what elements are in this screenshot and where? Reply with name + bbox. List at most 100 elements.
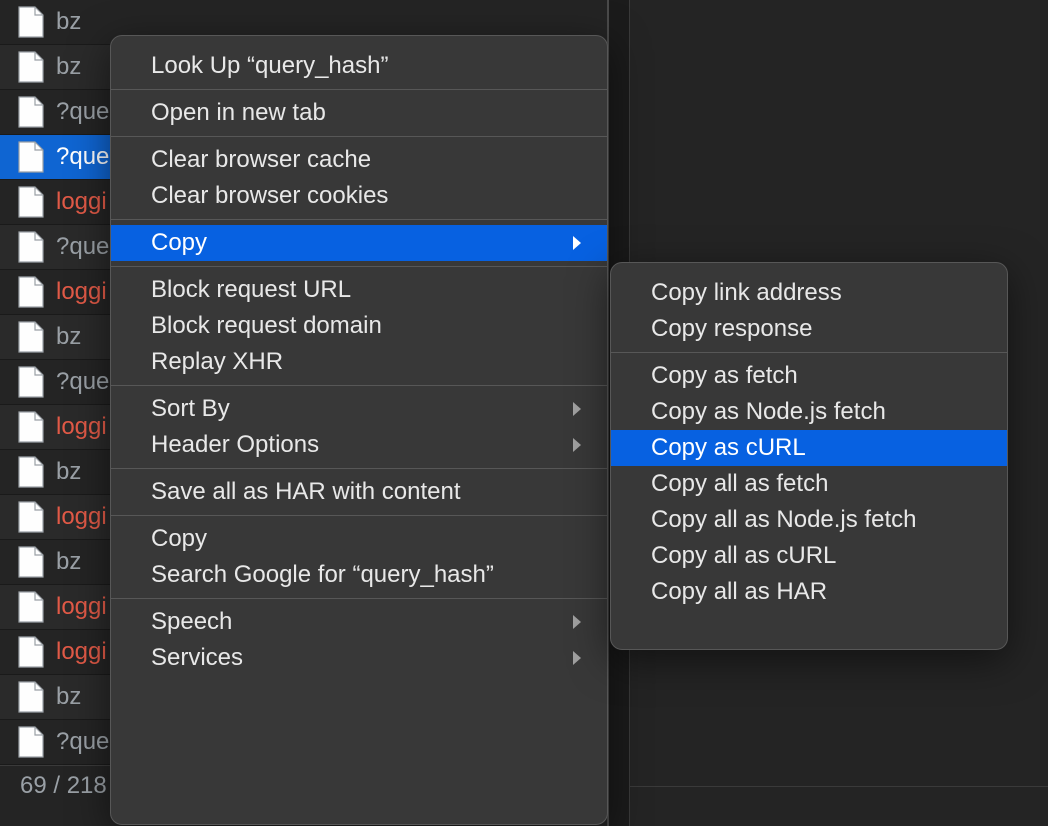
file-icon [18, 96, 44, 128]
menu-item-label: Speech [151, 610, 232, 634]
file-icon [18, 636, 44, 668]
menu-item[interactable]: Speech [111, 604, 607, 640]
submenu-item[interactable]: Copy as fetch [611, 358, 1007, 394]
submenu-item[interactable]: Copy response [611, 311, 1007, 347]
file-icon [18, 726, 44, 758]
file-icon [18, 411, 44, 443]
submenu-arrow-icon [571, 650, 583, 666]
submenu-item-label: Copy all as Node.js fetch [651, 508, 916, 532]
network-row-name: ?que [56, 730, 109, 754]
submenu-item-label: Copy all as HAR [651, 580, 827, 604]
menu-separator [111, 219, 607, 220]
file-icon [18, 681, 44, 713]
menu-separator [111, 598, 607, 599]
submenu-arrow-icon [571, 437, 583, 453]
menu-item[interactable]: Header Options [111, 427, 607, 463]
file-icon [18, 681, 44, 713]
file-icon [18, 411, 44, 443]
menu-item-label: Block request domain [151, 314, 382, 338]
submenu-item[interactable]: Copy as Node.js fetch [611, 394, 1007, 430]
file-icon [18, 321, 44, 353]
menu-item[interactable]: Block request URL [111, 272, 607, 308]
file-icon [18, 726, 44, 758]
menu-item[interactable]: Copy [111, 521, 607, 557]
file-icon [18, 51, 44, 83]
network-row-name: ?que [56, 235, 109, 259]
menu-item[interactable]: Sort By [111, 391, 607, 427]
submenu-item[interactable]: Copy as cURL [611, 430, 1007, 466]
menu-item-label: Clear browser cache [151, 148, 371, 172]
file-icon [18, 276, 44, 308]
submenu-item[interactable]: Copy link address [611, 275, 1007, 311]
menu-item[interactable]: Clear browser cookies [111, 178, 607, 214]
menu-item[interactable]: Copy [111, 225, 607, 261]
menu-separator [111, 266, 607, 267]
context-menu[interactable]: Look Up “query_hash” Open in new tab Clear… [110, 35, 608, 825]
submenu-item-label: Copy response [651, 317, 812, 341]
menu-item-label: Copy [151, 527, 207, 551]
submenu-item-label: Copy all as fetch [651, 472, 828, 496]
menu-item-label: Save all as HAR with content [151, 480, 460, 504]
menu-separator [111, 89, 607, 90]
copy-submenu[interactable]: Copy link address Copy response Copy as fe… [610, 262, 1008, 650]
menu-separator [111, 515, 607, 516]
file-icon [18, 366, 44, 398]
submenu-arrow-icon [571, 235, 583, 251]
file-icon [18, 186, 44, 218]
submenu-item-label: Copy as Node.js fetch [651, 400, 886, 424]
menu-item-label: Sort By [151, 397, 230, 421]
submenu-item-label: Copy as cURL [651, 436, 806, 460]
file-icon [18, 591, 44, 623]
menu-item-label: Header Options [151, 433, 319, 457]
file-icon [18, 6, 44, 38]
submenu-item[interactable]: Copy all as Node.js fetch [611, 502, 1007, 538]
file-icon [18, 546, 44, 578]
menu-item[interactable]: Block request domain [111, 308, 607, 344]
file-icon [18, 141, 44, 173]
network-row-name: ?que [56, 145, 109, 169]
submenu-item[interactable]: Copy all as cURL [611, 538, 1007, 574]
file-icon [18, 231, 44, 263]
submenu-item[interactable]: Copy all as fetch [611, 466, 1007, 502]
network-row-name: bz [56, 460, 81, 484]
file-icon [18, 6, 44, 38]
network-row-name: loggi [56, 595, 107, 619]
file-icon [18, 321, 44, 353]
menu-item-label: Clear browser cookies [151, 184, 388, 208]
network-row-name: bz [56, 55, 81, 79]
file-icon [18, 276, 44, 308]
menu-item[interactable]: Clear browser cache [111, 142, 607, 178]
menu-item-label: Open in new tab [151, 101, 326, 125]
network-row-name: bz [56, 550, 81, 574]
menu-item[interactable]: Search Google for “query_hash” [111, 557, 607, 593]
file-icon [18, 96, 44, 128]
menu-item-label: Search Google for “query_hash” [151, 563, 494, 587]
menu-item[interactable]: Save all as HAR with content [111, 474, 607, 510]
menu-item[interactable]: Replay XHR [111, 344, 607, 380]
submenu-item[interactable]: Copy all as HAR [611, 574, 1007, 610]
menu-item-label: Block request URL [151, 278, 351, 302]
submenu-arrow-icon [571, 614, 583, 630]
menu-separator [111, 136, 607, 137]
menu-item[interactable]: Look Up “query_hash” [111, 48, 607, 84]
submenu-item-label: Copy all as cURL [651, 544, 836, 568]
menu-separator [611, 352, 1007, 353]
detail-pane-footer [630, 786, 1048, 826]
network-row-name: bz [56, 685, 81, 709]
menu-item-label: Copy [151, 231, 207, 255]
network-row-name: bz [56, 325, 81, 349]
network-row-name: bz [56, 10, 81, 34]
file-icon [18, 456, 44, 488]
menu-item[interactable]: Services [111, 640, 607, 676]
network-row-name: loggi [56, 505, 107, 529]
file-icon [18, 186, 44, 218]
file-icon [18, 51, 44, 83]
menu-item[interactable]: Open in new tab [111, 95, 607, 131]
file-icon [18, 456, 44, 488]
submenu-arrow-icon [571, 401, 583, 417]
menu-separator [111, 385, 607, 386]
menu-item-label: Look Up “query_hash” [151, 54, 388, 78]
menu-item-label: Services [151, 646, 243, 670]
file-icon [18, 501, 44, 533]
menu-item-label: Replay XHR [151, 350, 283, 374]
